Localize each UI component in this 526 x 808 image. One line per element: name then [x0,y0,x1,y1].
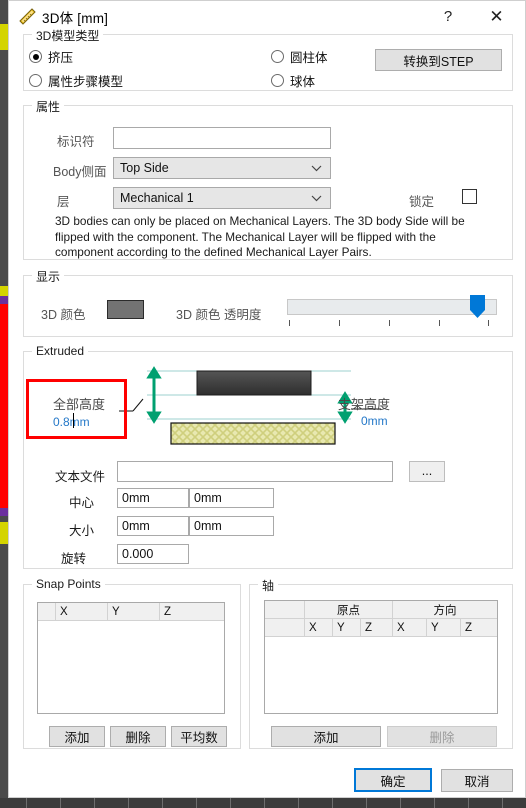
layer-label: 层 [57,195,70,209]
snap-average-button[interactable]: 平均数 [171,726,227,747]
text-caret [73,413,74,428]
transparency-slider-thumb[interactable] [470,295,485,318]
axis-table[interactable]: 原点 方向 X Y Z X Y Z [264,600,498,714]
radio-extruded-label: 挤压 [48,51,74,65]
axis-sub-direction-x: X [393,619,427,636]
ok-button[interactable]: 确定 [354,768,432,792]
text-file-input[interactable] [117,461,393,482]
overall-height-value[interactable]: 0.8mm [53,415,90,429]
properties-legend: 属性 [32,98,65,115]
text-file-label: 文本文件 [55,470,106,484]
center-x-input[interactable]: 0mm [117,488,189,508]
radio-sphere[interactable]: 球体 [271,71,315,90]
background-bottom-strip [0,798,526,808]
axis-sub-origin-x: X [305,619,333,636]
mechanical-layer-note: 3D bodies can only be placed on Mechanic… [55,214,465,259]
size-y-input[interactable]: 0mm [189,516,274,536]
radio-dot-icon [29,74,42,87]
axis-group-direction: 方向 [433,604,457,617]
axis-sub-blank [265,619,305,636]
standoff-height-label: 支架高度 [338,397,391,412]
radio-extruded[interactable]: 挤压 [29,47,73,66]
snap-add-button[interactable]: 添加 [49,726,105,747]
rotation-label: 旋转 [61,552,87,566]
close-button[interactable]: ✕ [474,1,519,32]
model-type-legend: 3D模型类型 [32,27,104,44]
radio-generic-step-model[interactable]: 属性步骤模型 [29,71,123,90]
transparency-slider-track[interactable] [287,299,497,315]
axis-sub-origin-z: Z [361,619,393,636]
snap-points-table-body [38,621,224,714]
identifier-label: 标识符 [57,135,95,149]
axis-legend: 轴 [258,577,279,594]
radio-cylinder[interactable]: 圆柱体 [271,47,328,66]
lock-checkbox[interactable] [462,189,477,204]
axis-table-body [265,637,497,715]
rotation-input[interactable]: 0.000 [117,544,189,564]
standoff-height-value[interactable]: 0mm [361,414,388,428]
snap-points-legend: Snap Points [32,577,105,591]
convert-to-step-button[interactable]: 转换到STEP [375,49,502,71]
snap-col-y: Y [108,603,160,620]
radio-dot-icon [271,74,284,87]
axis-delete-button[interactable]: 删除 [387,726,497,747]
axis-col-blank [265,601,305,618]
body-side-value: Top Side [120,161,169,175]
body-side-label: Body侧面 [53,165,107,179]
axis-add-button[interactable]: 添加 [271,726,381,747]
3d-body-dialog: 3D体 [mm] ? ✕ 3D模型类型 挤压 属性步骤模型 圆柱体 球体 转换到… [8,0,526,798]
browse-button[interactable]: ... [409,461,445,482]
radio-generic-step-model-label: 属性步骤模型 [48,75,124,89]
ruler-triangle-icon [19,8,36,25]
size-label: 大小 [69,524,95,538]
radio-dot-icon [271,50,284,63]
center-label: 中心 [69,496,95,510]
chevron-down-icon [311,191,322,205]
color-swatch[interactable] [107,300,144,319]
body-side-combobox[interactable]: Top Side [113,157,331,179]
snap-points-table-header: X Y Z [38,603,224,621]
radio-cylinder-label: 圆柱体 [290,51,328,65]
radio-sphere-label: 球体 [290,75,316,89]
cancel-button[interactable]: 取消 [441,769,513,792]
radio-dot-icon [29,50,42,63]
screenshot-root: 3D体 [mm] ? ✕ 3D模型类型 挤压 属性步骤模型 圆柱体 球体 转换到… [0,0,526,808]
snap-delete-button[interactable]: 删除 [110,726,166,747]
dialog-title: 3D体 [mm] [42,11,109,26]
overall-height-label: 全部高度 [53,397,106,412]
snap-points-table[interactable]: X Y Z [37,602,225,714]
layer-combobox[interactable]: Mechanical 1 [113,187,331,209]
size-x-input[interactable]: 0mm [117,516,189,536]
transparency-label: 3D 颜色 透明度 [176,308,262,322]
axis-group-origin: 原点 [305,601,393,618]
axis-sub-direction-z: Z [465,621,473,634]
chevron-down-icon [311,161,322,175]
layer-value: Mechanical 1 [120,191,194,205]
extruded-legend: Extruded [32,344,89,358]
color-label: 3D 颜色 [41,308,86,322]
axis-sub-direction-y: Y [427,619,461,636]
snap-col-z: Z [164,605,172,618]
snap-col-x: X [56,603,108,620]
center-y-input[interactable]: 0mm [189,488,274,508]
axis-table-group-header: 原点 方向 [265,601,497,619]
lock-label: 锁定 [409,195,435,209]
identifier-input[interactable] [113,127,331,149]
axis-sub-origin-y: Y [333,619,361,636]
help-button[interactable]: ? [428,1,468,32]
display-legend: 显示 [32,268,65,285]
transparency-slider-ticks [287,320,497,327]
axis-table-sub-header: X Y Z X Y Z [265,619,497,637]
snap-col-blank [38,603,56,620]
